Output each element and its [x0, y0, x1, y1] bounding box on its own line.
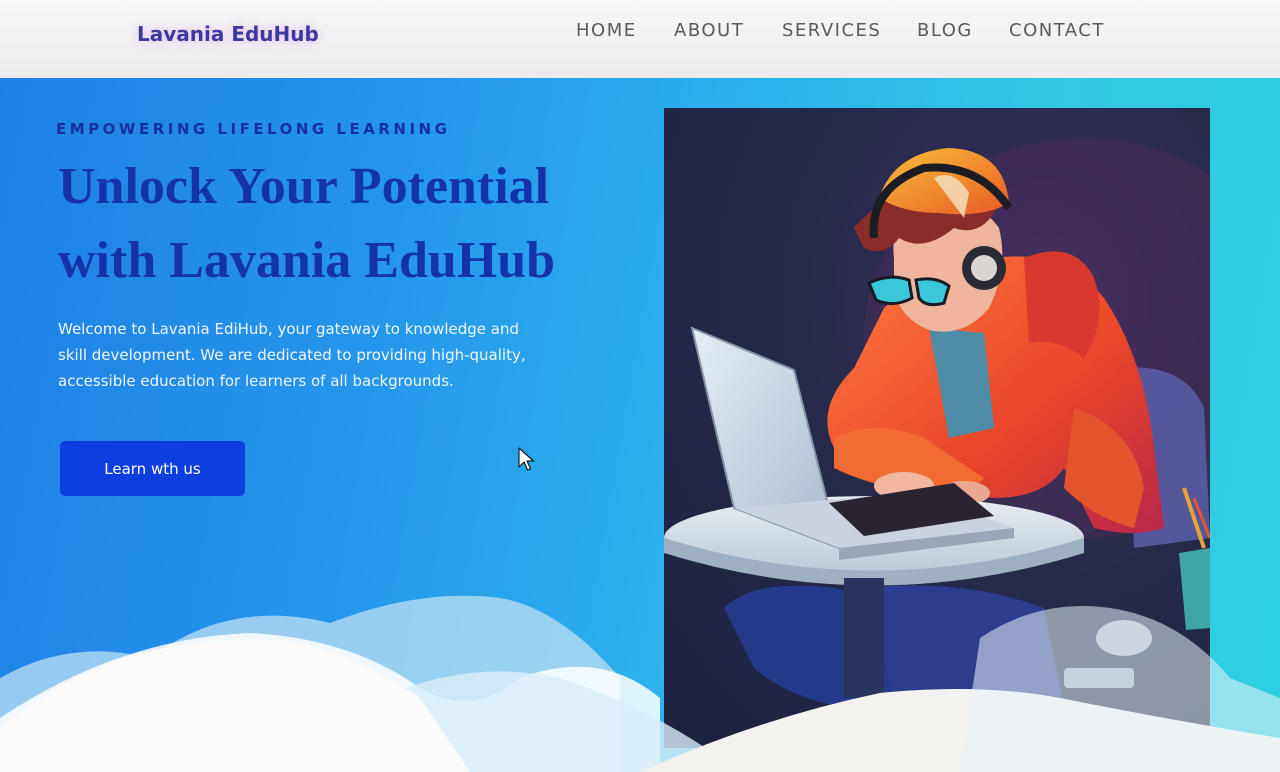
intro-line-2: skill development. We are dedicated to p…: [58, 346, 526, 364]
nav-home[interactable]: HOME: [576, 20, 637, 41]
hero-intro: Welcome to Lavania EdiHub, your gateway …: [58, 316, 588, 394]
headline-line-1: Unlock Your Potential: [58, 158, 550, 215]
intro-line-1: Welcome to Lavania EdiHub, your gateway …: [58, 320, 520, 338]
nav-contact[interactable]: CONTACT: [1009, 20, 1105, 41]
headline-line-2: with Lavania EduHub: [58, 232, 556, 289]
hero-eyebrow: EMPOWERING LIFELONG LEARNING: [56, 120, 451, 138]
mouse-pointer-icon: [518, 447, 535, 471]
student-with-laptop-illustration: [664, 108, 1210, 748]
illustration-art: [664, 138, 1210, 716]
site-logo[interactable]: Lavania EduHub: [137, 22, 319, 46]
nav-about[interactable]: ABOUT: [674, 20, 744, 41]
nav-services[interactable]: SERVICES: [782, 20, 881, 41]
intro-line-3: accessible education for learners of all…: [58, 372, 454, 390]
learn-with-us-button[interactable]: Learn wth us: [60, 441, 245, 496]
nav-blog[interactable]: BLOG: [917, 20, 973, 41]
hero-headline: Unlock Your Potential with Lavania EduHu…: [58, 150, 638, 298]
hero-section: EMPOWERING LIFELONG LEARNING Unlock Your…: [0, 78, 1280, 772]
navbar: Lavania EduHub HOME ABOUT SERVICES BLOG …: [0, 0, 1280, 78]
